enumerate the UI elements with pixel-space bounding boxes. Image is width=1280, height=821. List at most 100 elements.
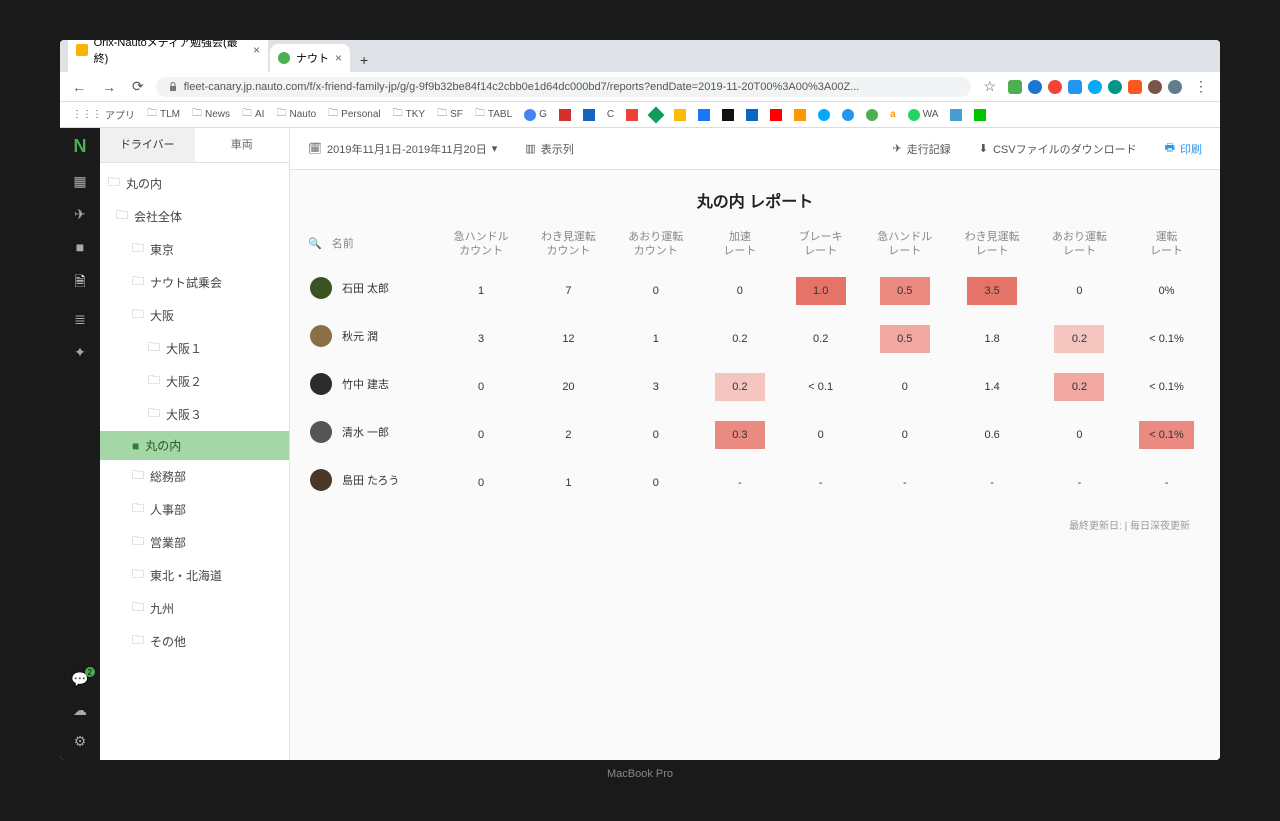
- bookmark-folder[interactable]: 🗀Personal: [324, 104, 384, 125]
- tree-item[interactable]: 🗀会社全体: [100, 200, 289, 233]
- table-row[interactable]: 石田 太郎17001.00.53.500%: [300, 267, 1210, 315]
- column-header[interactable]: あおり運転カウント: [612, 222, 699, 267]
- list-icon[interactable]: ≣: [74, 311, 86, 328]
- tree-item[interactable]: 🗀営業部: [100, 526, 289, 559]
- bookmark-folder[interactable]: 🗀News: [188, 104, 234, 125]
- column-header[interactable]: 加速 レート: [699, 222, 780, 267]
- ext-icon[interactable]: [1168, 80, 1182, 94]
- folder-icon: 🗀: [148, 404, 160, 425]
- idea-icon[interactable]: ✦: [74, 344, 86, 361]
- bookmark-link[interactable]: [742, 107, 762, 123]
- reports-icon[interactable]: 🗎: [74, 271, 85, 295]
- dashboard-icon[interactable]: ▦: [73, 173, 86, 190]
- settings-icon[interactable]: ⚙: [74, 733, 87, 750]
- menu-icon[interactable]: ⋮: [1190, 76, 1212, 97]
- ext-icon[interactable]: [1068, 80, 1082, 94]
- star-icon[interactable]: ☆: [979, 76, 1000, 97]
- bookmark-folder[interactable]: 🗀AI: [238, 104, 268, 125]
- search-icon[interactable]: 🔍: [308, 238, 322, 250]
- tab-vehicle[interactable]: 車両: [195, 128, 290, 162]
- column-header[interactable]: あおり運転レート: [1036, 222, 1123, 267]
- column-header[interactable]: 急ハンドルカウント: [437, 222, 524, 267]
- bookmark-link[interactable]: [946, 107, 966, 123]
- bookmark-link[interactable]: [694, 107, 714, 123]
- tree-item[interactable]: 🗀東京: [100, 233, 289, 266]
- csv-download-button[interactable]: ⬇ CSVファイルのダウンロード: [973, 137, 1143, 161]
- chat-icon[interactable]: 💬: [71, 671, 88, 688]
- bookmark-link[interactable]: C: [603, 107, 618, 122]
- tree-item[interactable]: 🗀その他: [100, 625, 289, 658]
- column-header[interactable]: 急ハンドルレート: [861, 222, 948, 267]
- columns-button[interactable]: ▥ 表示列: [519, 137, 579, 161]
- avatar: [310, 325, 332, 347]
- nav-icon[interactable]: ✈: [74, 206, 86, 223]
- cloud-icon[interactable]: ☁: [73, 702, 87, 719]
- bookmark-link[interactable]: [555, 107, 575, 123]
- column-header[interactable]: 運転レート: [1123, 222, 1210, 267]
- laptop-label: MacBook Pro: [60, 768, 1220, 780]
- bookmark-folder[interactable]: 🗀SF: [433, 104, 467, 125]
- column-header[interactable]: わき見運転レート: [948, 222, 1035, 267]
- video-icon[interactable]: ■: [76, 239, 84, 255]
- table-row[interactable]: 島田 たろう010------: [300, 459, 1210, 507]
- tree-item[interactable]: 🗀大阪: [100, 299, 289, 332]
- bookmark-link[interactable]: a: [886, 107, 900, 122]
- bookmark-link[interactable]: [970, 107, 990, 123]
- data-cell: 0: [437, 459, 524, 507]
- reload-button[interactable]: ⟳: [128, 76, 148, 97]
- ext-icon[interactable]: [1028, 80, 1042, 94]
- print-button[interactable]: 🖶 印刷: [1159, 135, 1208, 162]
- address-bar[interactable]: fleet-canary.jp.nauto.com/f/x-friend-fam…: [156, 77, 972, 97]
- bookmark-link[interactable]: [718, 107, 738, 123]
- bookmark-link[interactable]: [579, 107, 599, 123]
- ext-icon[interactable]: [1128, 80, 1142, 94]
- bookmark-link[interactable]: [838, 107, 858, 123]
- bookmark-link[interactable]: [646, 107, 666, 123]
- tree-item[interactable]: 🗀大阪１: [100, 332, 289, 365]
- bookmark-link[interactable]: [814, 107, 834, 123]
- bookmark-folder[interactable]: 🗀Nauto: [272, 104, 320, 125]
- bookmark-folder[interactable]: 🗀TLM: [143, 104, 184, 125]
- data-cell: 3.5: [948, 267, 1035, 315]
- tree-item[interactable]: 🗀大阪３: [100, 398, 289, 431]
- tree-root[interactable]: 🗀 丸の内: [100, 167, 289, 200]
- tree-item[interactable]: 🗀総務部: [100, 460, 289, 493]
- column-header[interactable]: わき見運転カウント: [525, 222, 612, 267]
- bookmark-link[interactable]: [670, 107, 690, 123]
- column-header[interactable]: ブレーキレート: [780, 222, 861, 267]
- tree-item[interactable]: 🗀東北・北海道: [100, 559, 289, 592]
- ext-icon[interactable]: [1108, 80, 1122, 94]
- bookmark-folder[interactable]: 🗀TABL: [471, 104, 516, 125]
- bookmark-link[interactable]: G: [520, 107, 551, 123]
- tab-driver[interactable]: ドライバー: [100, 128, 195, 162]
- new-tab-button[interactable]: +: [352, 48, 376, 72]
- bookmark-link[interactable]: [622, 107, 642, 123]
- browser-tab-1[interactable]: Orix-Nautoメディア勉強会(最終) ×: [68, 40, 268, 72]
- ext-icon[interactable]: [1008, 80, 1022, 94]
- tree-item[interactable]: 🗀ナウト試乗会: [100, 266, 289, 299]
- table-row[interactable]: 竹中 建志02030.2< 0.101.40.2< 0.1%: [300, 363, 1210, 411]
- close-icon[interactable]: ×: [335, 51, 342, 65]
- nauto-logo[interactable]: N: [74, 136, 87, 157]
- back-button[interactable]: ←: [68, 77, 90, 97]
- ext-icon[interactable]: [1088, 80, 1102, 94]
- close-icon[interactable]: ×: [253, 43, 260, 57]
- ext-icon[interactable]: [1048, 80, 1062, 94]
- tree-item[interactable]: ■丸の内: [100, 431, 289, 460]
- bookmark-link[interactable]: [790, 107, 810, 123]
- trip-log-button[interactable]: ✈ 走行記録: [887, 137, 957, 161]
- date-range-picker[interactable]: 🗓 2019年11月1日-2019年11月20日 ▾: [302, 137, 503, 161]
- table-row[interactable]: 秋元 潤31210.20.20.51.80.2< 0.1%: [300, 315, 1210, 363]
- forward-button[interactable]: →: [98, 77, 120, 97]
- table-row[interactable]: 清水 一郎0200.3000.60< 0.1%: [300, 411, 1210, 459]
- tree-item[interactable]: 🗀人事部: [100, 493, 289, 526]
- bookmark-link[interactable]: WA: [904, 107, 943, 123]
- tree-item[interactable]: 🗀大阪２: [100, 365, 289, 398]
- bookmark-link[interactable]: [862, 107, 882, 123]
- ext-icon[interactable]: [1148, 80, 1162, 94]
- apps-button[interactable]: ⋮⋮⋮ アプリ: [68, 105, 139, 124]
- bookmark-folder[interactable]: 🗀TKY: [389, 104, 429, 125]
- tree-item[interactable]: 🗀九州: [100, 592, 289, 625]
- browser-tab-2[interactable]: ナウト ×: [270, 44, 350, 72]
- bookmark-link[interactable]: [766, 107, 786, 123]
